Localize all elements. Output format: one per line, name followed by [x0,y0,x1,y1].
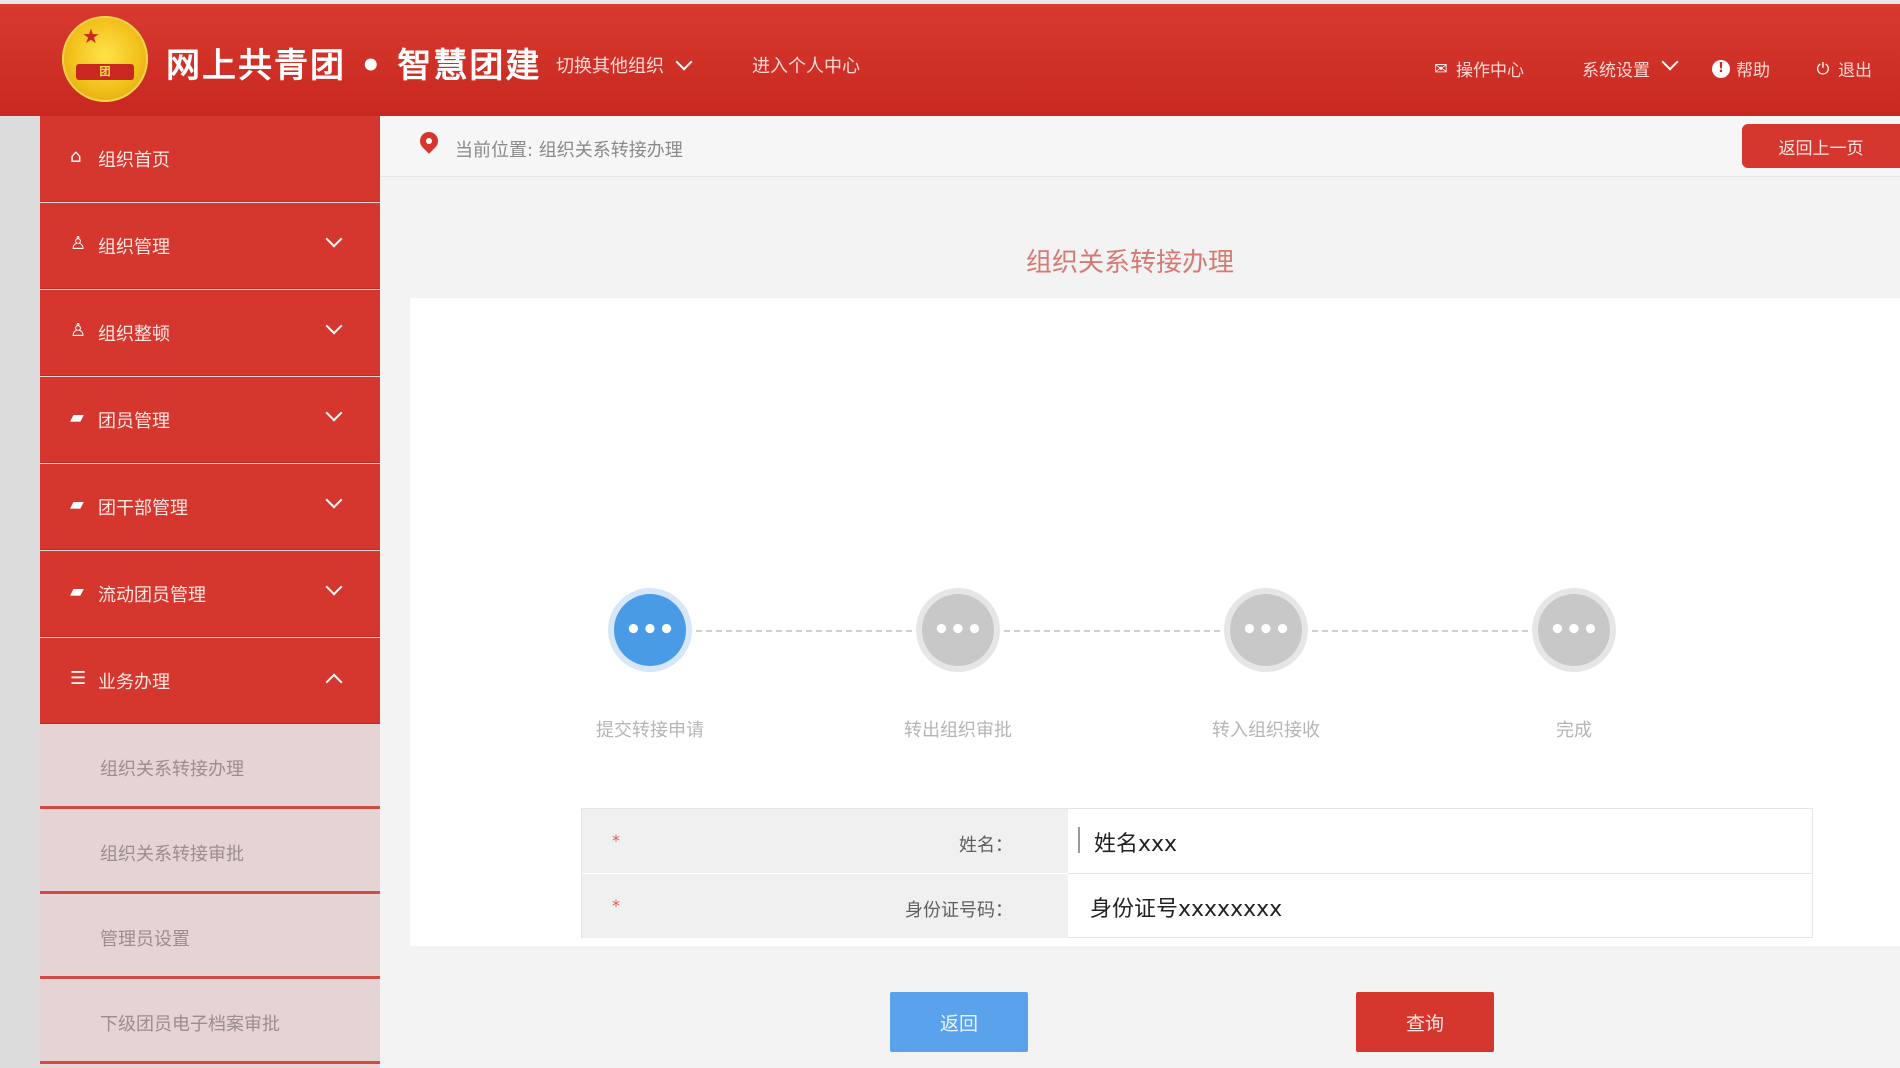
chevron-down-icon [1656,53,1679,77]
operation-center-link[interactable]: ✉ 操作中心 [1432,56,1524,81]
org-tree-icon: ♙ [70,233,87,254]
back-button[interactable]: 返回上一页 [1742,124,1900,168]
site-title[interactable]: 网上共青团 • 智慧团建 [166,38,541,87]
required-mark: * [612,896,620,915]
id-label: 身份证号码： [905,900,1013,921]
step-complete: ••• [1538,594,1610,666]
sidebar-item-label: 业务办理 [98,672,170,693]
sidebar-subitem-admin-settings[interactable]: 管理员设置 [40,895,380,979]
sidebar-subitem-label: 组织关系转接办理 [100,759,244,780]
system-settings-label: 系统设置 [1582,61,1650,81]
step-label: 提交转接申请 [596,720,704,741]
id-row: * 身份证号码： [582,874,1812,938]
logout-label: 退出 [1838,61,1872,81]
sidebar-item-label: 团干部管理 [98,498,188,519]
chevron-down-icon [325,404,343,422]
required-mark: * [612,831,620,850]
shirt-icon: ▰ [70,494,84,515]
chevron-up-icon [325,673,343,691]
breadcrumb: 当前位置: 组织关系转接办理 返回上一页 [380,116,1900,177]
page-title: 组织关系转接办理 [1025,248,1234,278]
star-icon: ★ [82,24,100,48]
sidebar-subitem-label: 管理员设置 [100,929,190,950]
list-icon: ☰ [70,668,87,689]
sidebar-item-label: 流动团员管理 [98,585,206,606]
switch-org-label: 切换其他组织 [556,56,664,77]
home-icon: ⌂ [70,146,82,167]
sidebar-subitem-label: 下级团员电子档案审批 [100,1014,280,1035]
shirt-icon: ▰ [70,581,84,602]
sidebar-item-label: 团员管理 [98,411,170,432]
step-in-receive: ••• [1230,594,1302,666]
step-submit: ••• [614,594,686,666]
help-icon: ! [1712,59,1730,78]
youth-league-logo[interactable]: ★ 团 [62,16,148,102]
step-out-approval: ••• [922,594,994,666]
chevron-down-icon [325,491,343,509]
name-label-cell: * 姓名： [582,809,1068,873]
name-row: * 姓名： [582,809,1812,873]
step-connector [686,630,922,632]
chevron-down-icon [325,578,343,596]
switch-org-menu[interactable]: 切换其他组织 [556,52,693,78]
chevron-down-icon [675,53,693,71]
mail-icon: ✉ [1434,58,1448,78]
step-label: 转入组织接收 [1212,720,1320,741]
operation-center-label: 操作中心 [1456,61,1524,81]
top-header: ★ 团 网上共青团 • 智慧团建 切换其他组织 进入个人中心 ✉ 操作中心 系统… [0,0,1900,116]
id-label-cell: * 身份证号码： [582,874,1068,938]
system-settings-menu[interactable]: 系统设置 [1582,53,1679,81]
sidebar-item-mobile-member-management[interactable]: ▰ 流动团员管理 [40,551,380,637]
sidebar-subitem-transfer[interactable]: 组织关系转接办理 [40,725,380,809]
sidebar-item-label: 组织整顿 [98,324,170,345]
sidebar-subitem-transfer-approval[interactable]: 组织关系转接审批 [40,810,380,894]
transfer-form: * 姓名： * 身份证号码： [581,808,1813,938]
sidebar-item-label: 组织管理 [98,237,170,258]
help-label: 帮助 [1736,61,1770,81]
help-link[interactable]: ! 帮助 [1712,56,1770,81]
sidebar-item-org-management[interactable]: ♙ 组织管理 [40,203,380,289]
sidebar: ⌂ 组织首页 ♙ 组织管理 ♙ 组织整顿 ▰ 团员管理 ▰ 团干部管理 ▰ 流动… [40,116,380,1068]
logout-link[interactable]: ⏻ 退出 [1814,56,1872,81]
step-connector [1302,630,1538,632]
name-field[interactable] [1092,819,1796,865]
name-label: 姓名： [959,835,1013,856]
sidebar-item-business[interactable]: ☰ 业务办理 [40,638,380,724]
chevron-down-icon [325,317,343,335]
transfer-card: ••• ••• ••• ••• 提交转接申请 转出组织审批 转入组织接收 完成 … [410,298,1900,1052]
shirt-icon: ▰ [70,407,84,428]
sidebar-item-cadre-management[interactable]: ▰ 团干部管理 [40,464,380,550]
chevron-down-icon [325,230,343,248]
step-label: 转出组织审批 [904,720,1012,741]
logo-text: 团 [99,65,111,78]
query-button[interactable]: 查询 [1356,992,1494,1052]
personal-center-label: 进入个人中心 [752,56,860,77]
text-cursor [1078,827,1080,853]
return-button[interactable]: 返回 [890,992,1028,1052]
location-pin-icon [416,128,442,160]
sidebar-item-member-management[interactable]: ▰ 团员管理 [40,377,380,463]
step-connector [994,630,1230,632]
left-gutter [0,116,40,1068]
sidebar-subitem-label: 组织关系转接审批 [100,844,244,865]
power-icon: ⏻ [1816,58,1830,78]
org-tree-icon: ♙ [70,320,87,341]
main-content: 当前位置: 组织关系转接办理 返回上一页 组织关系转接办理 ••• ••• ••… [380,116,1900,1068]
sidebar-item-org-home[interactable]: ⌂ 组织首页 [40,116,380,202]
id-number-field[interactable] [1088,884,1792,930]
step-label: 完成 [1556,720,1592,741]
logo-band: 团 [76,64,134,80]
breadcrumb-text: 当前位置: 组织关系转接办理 [455,140,683,161]
sidebar-item-org-rectify[interactable]: ♙ 组织整顿 [40,290,380,376]
personal-center-link[interactable]: 进入个人中心 [752,52,860,78]
sidebar-item-label: 组织首页 [98,150,170,171]
sidebar-subitem-archive-approval[interactable]: 下级团员电子档案审批 [40,980,380,1064]
